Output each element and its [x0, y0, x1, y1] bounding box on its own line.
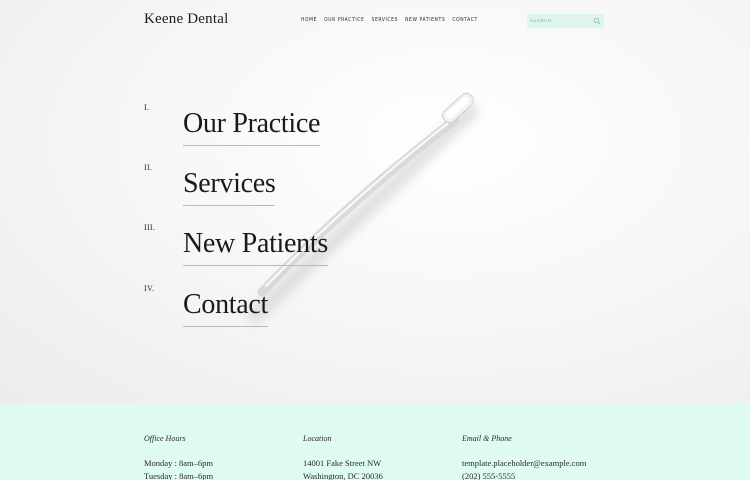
footer-office-hours: Office Hours Monday : 8am–6pm Tuesday : … [144, 434, 213, 480]
toothbrush-image [247, 92, 478, 323]
menu-numeral: I. [144, 103, 150, 112]
footer-line: Washington, DC 20036 [303, 470, 383, 480]
footer-email-phone: Email & Phone template.placeholder@examp… [462, 434, 586, 480]
search-input[interactable] [530, 15, 590, 27]
footer-line: Monday : 8am–6pm [144, 458, 213, 468]
menu-label[interactable]: Contact [183, 287, 268, 327]
footer-line: 14001 Fake Street NW [303, 458, 382, 468]
main-nav: Home Our Practice Services New Patients … [301, 17, 485, 23]
footer-location: Location 14001 Fake Street NW Washington… [303, 434, 383, 480]
menu-label[interactable]: Services [183, 166, 276, 206]
footer-heading: Location [303, 434, 332, 443]
menu-label[interactable]: Our Practice [183, 106, 320, 146]
footer-line: Tuesday : 8am–6pm [144, 470, 214, 480]
footer-email-link[interactable]: template.placeholder@example.com [462, 457, 586, 470]
footer-heading: Office Hours [144, 434, 186, 443]
menu-numeral: II. [144, 163, 153, 172]
footer-phone-link[interactable]: (202) 555-5555 [462, 470, 586, 480]
nav-new-patients[interactable]: New Patients [405, 17, 445, 23]
nav-services[interactable]: Services [371, 17, 398, 23]
search-icon[interactable] [593, 17, 601, 25]
footer-heading: Email & Phone [462, 434, 512, 443]
menu-numeral: III. [144, 223, 156, 232]
site-header: Keene Dental Home Our Practice Services … [0, 0, 750, 42]
site-footer: Office Hours Monday : 8am–6pm Tuesday : … [0, 403, 750, 480]
site-logo[interactable]: Keene Dental [144, 11, 228, 28]
menu-label[interactable]: New Patients [183, 226, 328, 266]
search-box [527, 14, 604, 28]
nav-home[interactable]: Home [301, 17, 317, 23]
nav-our-practice[interactable]: Our Practice [324, 17, 364, 23]
menu-numeral: IV. [144, 284, 155, 293]
nav-contact[interactable]: Contact [452, 17, 477, 23]
hero-background [0, 0, 750, 403]
